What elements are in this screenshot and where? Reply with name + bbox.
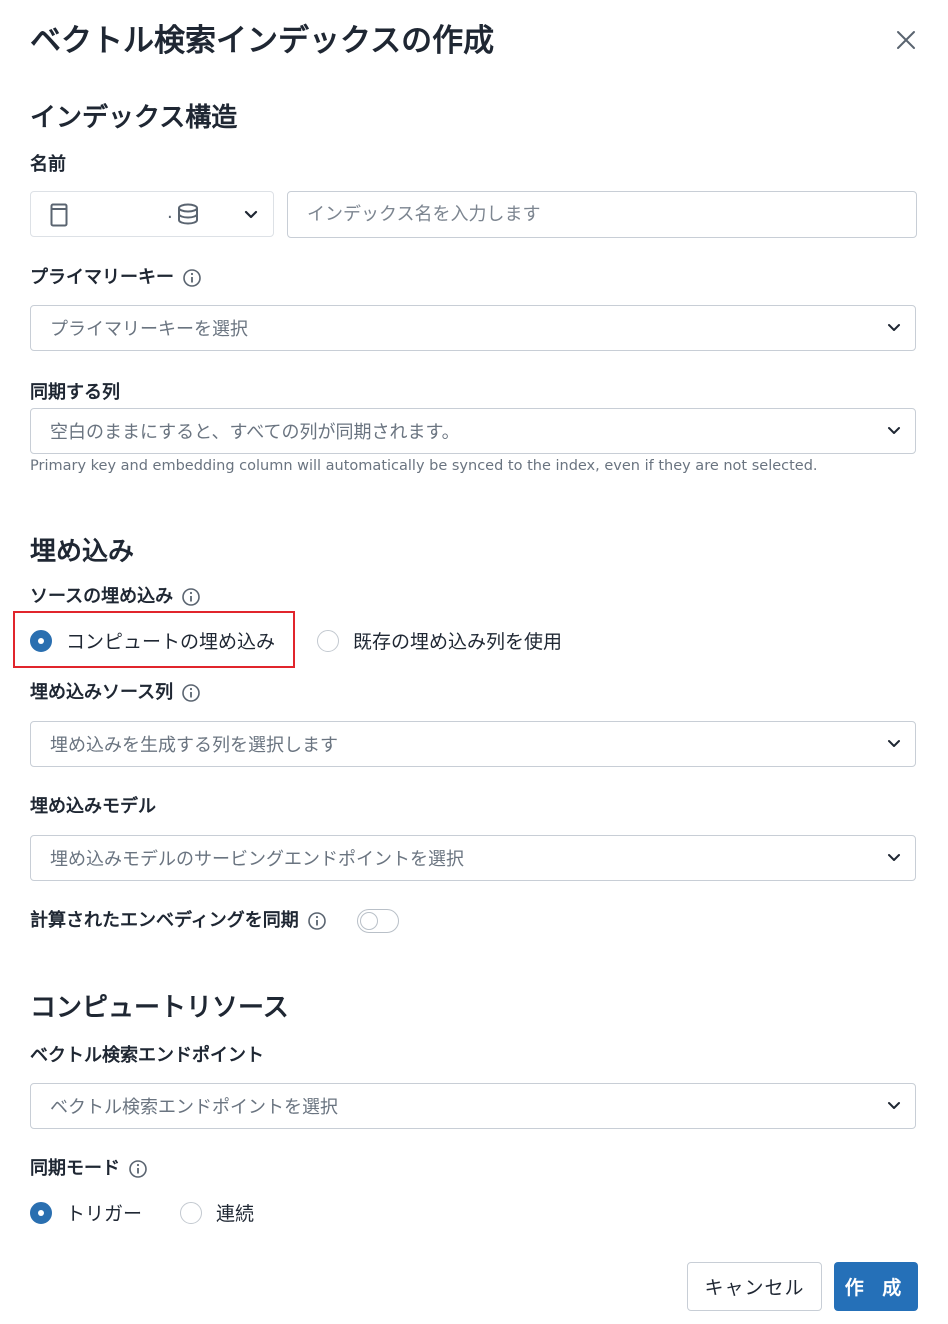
info-icon[interactable]	[128, 1159, 148, 1179]
book-icon	[50, 203, 68, 227]
chevron-down-icon	[244, 210, 258, 219]
radio-unselected-indicator	[317, 629, 339, 652]
close-icon	[897, 31, 915, 49]
create-button[interactable]: 作 成	[834, 1262, 918, 1311]
radio-label: コンピュートの埋め込み	[66, 631, 276, 653]
primary-key-label: プライマリーキー	[30, 265, 202, 291]
section-heading-compute-resources: コンピュートリソース	[30, 993, 289, 1023]
embedding-source-label: ソースの埋め込み	[30, 584, 201, 610]
radio-selected-indicator	[30, 629, 52, 652]
sync-columns-select[interactable]: 空白のままにすると、すべての列が同期されます。	[30, 408, 916, 454]
vector-search-endpoint-placeholder: ベクトル検索エンドポイントを選択	[50, 1097, 338, 1118]
chevron-down-icon	[888, 854, 900, 861]
sync-mode-label: 同期モード	[30, 1156, 148, 1182]
info-icon[interactable]	[182, 268, 202, 288]
section-heading-index-structure: インデックス構造	[30, 103, 238, 133]
vector-search-endpoint-select[interactable]: ベクトル検索エンドポイントを選択	[30, 1083, 916, 1129]
sync-mode-label-text: 同期モード	[30, 1158, 120, 1179]
chevron-down-icon	[888, 1102, 900, 1109]
radio-label: 既存の埋め込み列を使用	[353, 631, 563, 653]
name-label: 名前	[30, 154, 66, 175]
cancel-button[interactable]: キャンセル	[687, 1262, 822, 1311]
radio-existing-embedding-column[interactable]: 既存の埋め込み列を使用	[317, 627, 562, 654]
radio-sync-triggered[interactable]: トリガー	[30, 1199, 142, 1226]
info-icon[interactable]	[307, 911, 327, 931]
dialog-title: ベクトル検索インデックスの作成	[30, 23, 495, 59]
info-icon[interactable]	[181, 683, 201, 703]
embedding-model-label: 埋め込みモデル	[30, 796, 156, 817]
catalog-schema-selector[interactable]: .	[30, 191, 274, 237]
radio-label: トリガー	[66, 1203, 143, 1225]
embedding-source-column-label-text: 埋め込みソース列	[30, 682, 174, 703]
schema-separator: .	[167, 202, 173, 223]
radio-unselected-indicator	[180, 1201, 202, 1224]
sync-computed-embeddings-label-text: 計算されたエンベディングを同期	[30, 910, 299, 931]
toggle-knob	[360, 912, 378, 930]
database-icon	[178, 203, 198, 225]
embedding-source-label-text: ソースの埋め込み	[30, 586, 174, 607]
primary-key-label-text: プライマリーキー	[30, 267, 174, 288]
info-icon[interactable]	[181, 587, 201, 607]
close-button[interactable]	[888, 22, 924, 58]
primary-key-select[interactable]: プライマリーキーを選択	[30, 305, 916, 351]
embedding-source-column-select[interactable]: 埋め込みを生成する列を選択します	[30, 721, 916, 767]
radio-sync-continuous[interactable]: 連続	[180, 1199, 254, 1226]
embedding-model-select[interactable]: 埋め込みモデルのサービングエンドポイントを選択	[30, 835, 916, 881]
radio-label: 連続	[216, 1203, 255, 1225]
radio-selected-indicator	[30, 1201, 52, 1224]
chevron-down-icon	[888, 740, 900, 747]
sync-computed-embeddings-toggle[interactable]	[357, 909, 399, 933]
sync-columns-label: 同期する列	[30, 382, 120, 403]
section-heading-embedding: 埋め込み	[30, 537, 135, 567]
index-name-input[interactable]	[287, 191, 917, 238]
vector-search-endpoint-label: ベクトル検索エンドポイント	[30, 1045, 264, 1066]
sync-columns-help-text: Primary key and embedding column will au…	[30, 458, 818, 474]
embedding-model-placeholder: 埋め込みモデルのサービングエンドポイントを選択	[50, 849, 464, 870]
chevron-down-icon	[888, 427, 900, 434]
embedding-source-column-placeholder: 埋め込みを生成する列を選択します	[50, 735, 338, 756]
radio-compute-embedding[interactable]: コンピュートの埋め込み	[30, 627, 275, 654]
sync-computed-embeddings-label: 計算されたエンベディングを同期	[30, 908, 327, 934]
chevron-down-icon	[888, 324, 900, 331]
primary-key-placeholder: プライマリーキーを選択	[50, 319, 248, 340]
sync-columns-placeholder: 空白のままにすると、すべての列が同期されます。	[50, 422, 460, 443]
embedding-source-column-label: 埋め込みソース列	[30, 680, 201, 706]
